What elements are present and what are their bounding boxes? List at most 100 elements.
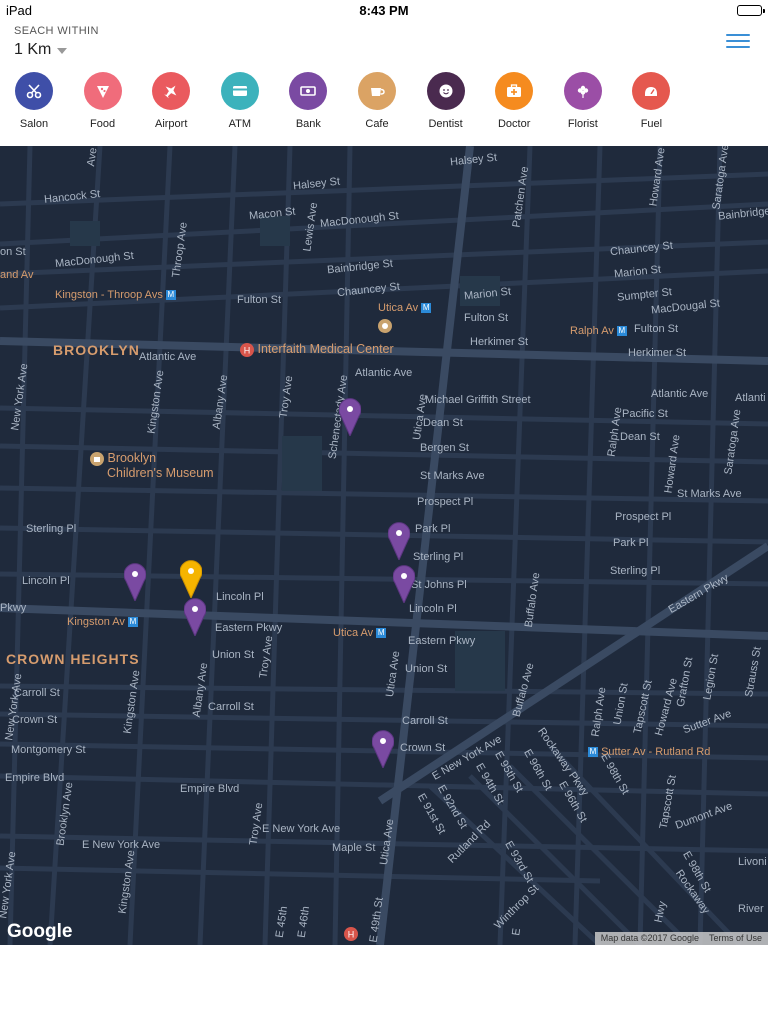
street-label: Prospect Pl	[615, 511, 672, 523]
metro-icon: M	[127, 617, 138, 628]
category-doctor[interactable]: Doctor	[480, 72, 548, 130]
street-label: Lincoln Pl	[409, 603, 457, 615]
category-label: Salon	[19, 118, 49, 130]
radius-dropdown[interactable]: 1 Km	[14, 41, 68, 59]
street-label: Union St	[212, 649, 255, 661]
hospital-icon: H	[344, 927, 358, 945]
street-label: St Marks Ave	[677, 488, 742, 500]
category-bar: Salon Food Airport ATM Bank Cafe Dentist Doctor…	[0, 72, 768, 138]
street-label: Sterling Pl	[413, 551, 464, 563]
category-salon[interactable]: Salon	[0, 72, 68, 130]
hamburger-menu-button[interactable]	[726, 34, 750, 48]
street-label: Livoni	[738, 856, 767, 868]
street-label: Dean St	[620, 431, 660, 443]
street-label: St Johns Pl	[411, 579, 467, 591]
street-label: St Marks Ave	[420, 470, 485, 482]
map-pin-selected[interactable]	[180, 560, 202, 598]
street-label: Michael Griffith Street	[425, 394, 531, 406]
category-fuel[interactable]: Fuel	[617, 72, 685, 130]
street-label: Empire Blvd	[180, 783, 240, 795]
category-dentist[interactable]: Dentist	[412, 72, 480, 130]
poi-interfaith-medical-center[interactable]: H Interfaith Medical Center	[240, 342, 394, 357]
search-radius-label: SEACH WITHIN	[14, 25, 99, 37]
scissors-icon	[15, 72, 53, 110]
street-label: Park Pl	[613, 537, 649, 549]
category-label: Fuel	[640, 118, 663, 130]
street-label: Crown St	[400, 742, 446, 754]
category-cafe[interactable]: Cafe	[343, 72, 411, 130]
transit-station-label[interactable]: Kingston Av M	[67, 616, 138, 628]
category-airport[interactable]: Airport	[137, 72, 205, 130]
map-pin[interactable]	[124, 563, 146, 601]
airplane-icon	[152, 72, 191, 110]
hospital-icon: H	[240, 342, 254, 357]
status-bar: iPad 8:43 PM	[0, 0, 768, 20]
tooth-icon	[426, 72, 465, 110]
menu-icon	[726, 34, 750, 36]
street-label: Lincoln Pl	[22, 575, 70, 587]
map-pin[interactable]	[339, 398, 361, 436]
map-pin[interactable]	[393, 565, 415, 603]
radius-value: 1 Km	[14, 41, 52, 58]
category-label: Doctor	[497, 118, 531, 130]
street-label: Eastern Pkwy	[408, 635, 476, 647]
street-label: Crown St	[12, 714, 58, 726]
google-logo: Google	[7, 921, 73, 942]
street-label: Park Pl	[415, 523, 451, 535]
map-view[interactable]: Halsey St Halsey St Hancock St Macon St …	[0, 146, 768, 945]
school-icon	[378, 319, 392, 338]
street-label: E	[510, 927, 524, 937]
transit-station-label[interactable]: Utica Av M	[333, 627, 387, 639]
clock: 8:43 PM	[359, 3, 409, 18]
fuel-icon	[632, 72, 671, 110]
category-label: ATM	[228, 118, 251, 130]
street-label: Pacific St	[622, 408, 668, 420]
street-label: E New York Ave	[82, 839, 161, 851]
street-label: Fulton St	[237, 294, 282, 306]
category-food[interactable]: Food	[69, 72, 137, 130]
svg-text:H: H	[244, 345, 251, 355]
street-label: Eastern Pkwy	[215, 622, 283, 634]
transit-station-label[interactable]: Ralph Av M	[570, 325, 627, 337]
street-label: Atlantic Ave	[355, 367, 413, 379]
street-label: on St	[0, 246, 26, 258]
chevron-down-icon	[57, 47, 68, 54]
street-label: Atlantic Ave	[651, 388, 709, 400]
neighborhood-label: CROWN HEIGHTS	[6, 651, 140, 667]
metro-icon: M	[616, 326, 627, 337]
poi-brooklyn-childrens-museum[interactable]: Brooklyn Children's Museum	[90, 451, 214, 480]
street-label: Empire Blvd	[5, 772, 65, 784]
street-label: Prospect Pl	[417, 496, 474, 508]
category-label: Dentist	[428, 118, 463, 130]
terms-of-use-link[interactable]: Terms of Use	[709, 932, 762, 945]
pizza-icon	[83, 72, 122, 110]
street-label: River	[738, 903, 764, 915]
street-label: Herkimer St	[470, 336, 529, 348]
street-label: Pkwy	[0, 602, 27, 614]
street-label: Fulton St	[634, 323, 679, 335]
map-pin[interactable]	[372, 730, 394, 768]
transit-station-label[interactable]: Kingston - Throop Avs M	[55, 289, 176, 301]
category-bank[interactable]: Bank	[274, 72, 342, 130]
category-atm[interactable]: ATM	[206, 72, 274, 130]
map-pin[interactable]	[388, 522, 410, 560]
category-label: Food	[90, 118, 116, 130]
battery-icon	[737, 5, 765, 16]
category-label: Cafe	[365, 118, 389, 130]
category-florist[interactable]: Florist	[549, 72, 617, 130]
coffee-icon	[358, 72, 396, 110]
metro-icon: M	[421, 303, 432, 314]
street-label: E New York Ave	[262, 823, 341, 835]
svg-text:H: H	[348, 930, 355, 940]
transit-station-label[interactable]: Utica Av M	[378, 302, 432, 314]
medical-kit-icon	[495, 72, 534, 110]
map-pin[interactable]	[184, 598, 206, 636]
street-label: Dean St	[423, 417, 463, 429]
street-label: Maple St	[332, 842, 376, 854]
money-icon	[289, 72, 328, 110]
street-label: Union St	[405, 663, 448, 675]
street-label: Montgomery St	[11, 744, 86, 756]
category-label: Florist	[567, 118, 598, 130]
street-label: Fulton St	[464, 312, 509, 324]
transit-station-label[interactable]: M Sutter Av - Rutland Rd	[585, 746, 710, 758]
